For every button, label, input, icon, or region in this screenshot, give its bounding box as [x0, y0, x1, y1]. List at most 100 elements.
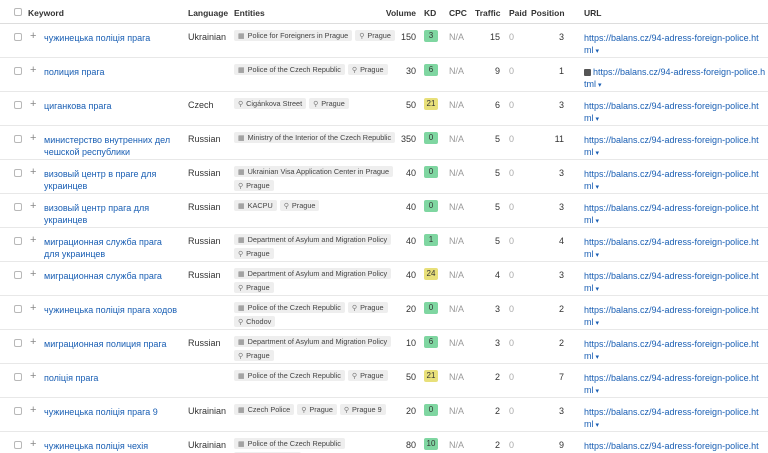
entity-tag[interactable]: ▦ Police for Foreigners in Prague — [234, 30, 353, 41]
checkbox-box[interactable] — [14, 237, 22, 245]
entity-tag[interactable]: ⚲ Prague — [309, 98, 349, 109]
url-link[interactable]: https://balans.cz/94-adress-foreign-poli… — [584, 338, 766, 364]
dropdown-arrow-icon[interactable]: ▾ — [594, 150, 599, 157]
url-link[interactable]: https://balans.cz/94-adress-foreign-poli… — [584, 270, 766, 296]
entity-tag[interactable]: ⚲ Prague — [297, 404, 337, 415]
checkbox-box[interactable] — [14, 441, 22, 449]
dropdown-arrow-icon[interactable]: ▾ — [594, 116, 599, 123]
entity-tag[interactable]: ▦ Police of the Czech Republic — [234, 438, 345, 449]
keyword-link[interactable]: министерство внутренних дел чешской респ… — [44, 134, 179, 158]
url-link[interactable]: https://balans.cz/94-adress-foreign-poli… — [584, 372, 766, 398]
header-traffic[interactable]: Traffic — [475, 8, 501, 18]
checkbox-box[interactable] — [14, 101, 22, 109]
url-text[interactable]: https://balans.cz/94-adress-foreign-poli… — [584, 33, 759, 55]
checkbox-box[interactable] — [14, 203, 22, 211]
add-to-list-icon[interactable]: + — [30, 133, 40, 144]
add-to-list-icon[interactable]: + — [30, 371, 40, 382]
url-link[interactable]: https://balans.cz/94-adress-foreign-poli… — [584, 304, 766, 330]
url-link[interactable]: https://balans.cz/94-adress-foreign-poli… — [584, 100, 766, 126]
dropdown-arrow-icon[interactable]: ▾ — [594, 252, 599, 259]
entity-tag[interactable]: ▦ Police of the Czech Republic — [234, 370, 345, 381]
dropdown-arrow-icon[interactable]: ▾ — [594, 184, 599, 191]
entity-tag[interactable]: ▦ Department of Asylum and Migration Poli… — [234, 268, 392, 279]
entity-tag[interactable]: ▦ Police of the Czech Republic — [234, 302, 345, 313]
add-to-list-icon[interactable]: + — [30, 303, 40, 314]
entity-tag[interactable]: ⚲ Prague — [234, 180, 274, 191]
url-text[interactable]: https://balans.cz/94-adress-foreign-poli… — [584, 339, 759, 361]
url-text[interactable]: https://balans.cz/94-adress-foreign-poli… — [584, 373, 759, 395]
keyword-link[interactable]: полиция прага — [44, 66, 179, 78]
dropdown-arrow-icon[interactable]: ▾ — [594, 320, 599, 327]
select-all-checkbox[interactable] — [14, 8, 24, 18]
row-checkbox[interactable] — [14, 237, 24, 247]
add-to-list-icon[interactable]: + — [30, 99, 40, 110]
url-text[interactable]: https://balans.cz/94-adress-foreign-poli… — [584, 237, 759, 259]
entity-tag[interactable]: ⚲ Prague — [234, 282, 274, 293]
checkbox-box[interactable] — [14, 135, 22, 143]
entity-tag[interactable]: ⚲ Prague — [279, 200, 320, 211]
row-checkbox[interactable] — [14, 441, 24, 451]
entity-tag[interactable]: ⚲ Chodov — [234, 316, 276, 327]
header-cpc[interactable]: CPC — [449, 8, 471, 18]
dropdown-arrow-icon[interactable]: ▾ — [594, 422, 599, 429]
dropdown-arrow-icon[interactable]: ▾ — [594, 286, 599, 293]
entity-tag[interactable]: ▦ KACPU — [234, 200, 277, 211]
checkbox-box[interactable] — [14, 339, 22, 347]
dropdown-arrow-icon[interactable]: ▾ — [594, 388, 599, 395]
row-checkbox[interactable] — [14, 339, 24, 349]
checkbox-box[interactable] — [14, 407, 22, 415]
url-text[interactable]: https://balans.cz/94-adress-foreign-poli… — [584, 203, 759, 225]
row-checkbox[interactable] — [14, 203, 24, 213]
add-to-list-icon[interactable]: + — [30, 337, 40, 348]
add-to-list-icon[interactable]: + — [30, 201, 40, 212]
entity-tag[interactable]: ▦ Department of Asylum and Migration Poli… — [234, 234, 392, 245]
dropdown-arrow-icon[interactable]: ▾ — [596, 82, 602, 89]
header-language[interactable]: Language — [188, 8, 233, 18]
checkbox-box[interactable] — [14, 169, 22, 177]
entity-tag[interactable]: ▦ Department of Asylum and Migration Poli… — [234, 336, 392, 347]
url-link[interactable]: https://balans.cz/94-adress-foreign-poli… — [584, 202, 766, 228]
row-checkbox[interactable] — [14, 169, 24, 179]
url-link[interactable]: https://balans.cz/94-adress-foreign-poli… — [584, 32, 766, 58]
url-text[interactable]: https://balans.cz/94-adress-foreign-poli… — [584, 101, 759, 123]
checkbox-box[interactable] — [14, 271, 22, 279]
keyword-link[interactable]: поліція прага — [44, 372, 179, 384]
add-to-list-icon[interactable]: + — [30, 269, 40, 280]
checkbox-box[interactable] — [14, 305, 22, 313]
add-to-list-icon[interactable]: + — [30, 405, 40, 416]
row-checkbox[interactable] — [14, 271, 24, 281]
url-text[interactable]: https://balans.cz/94-adress-foreign-poli… — [584, 305, 759, 327]
url-link[interactable]: https://balans.cz/94-adress-foreign-poli… — [584, 440, 766, 453]
keyword-link[interactable]: визовый центр в праге для украинцев — [44, 168, 179, 192]
add-to-list-icon[interactable]: + — [30, 439, 40, 450]
add-to-list-icon[interactable]: + — [30, 31, 40, 42]
header-keyword[interactable]: Keyword — [28, 8, 64, 18]
add-to-list-icon[interactable]: + — [30, 65, 40, 76]
entity-tag[interactable]: ⚲ Prague — [234, 350, 274, 361]
keyword-link[interactable]: миграционная служба прага — [44, 270, 179, 282]
dropdown-arrow-icon[interactable]: ▾ — [594, 218, 599, 225]
row-checkbox[interactable] — [14, 305, 24, 315]
keyword-link[interactable]: чужинецька поліція прага ходов — [44, 304, 179, 316]
url-text[interactable]: https://balans.cz/94-adress-foreign-poli… — [584, 67, 765, 89]
url-link[interactable]: https://balans.cz/94-adress-foreign-poli… — [584, 236, 766, 262]
entity-tag[interactable]: ⚲ Prague — [234, 248, 274, 259]
keyword-link[interactable]: циганкова прага — [44, 100, 179, 112]
dropdown-arrow-icon[interactable]: ▾ — [594, 354, 599, 361]
row-checkbox[interactable] — [14, 67, 24, 77]
url-link[interactable]: https://balans.cz/94-adress-foreign-poli… — [584, 66, 766, 92]
keyword-link[interactable]: чужинецька поліція прага 9 — [44, 406, 179, 418]
url-text[interactable]: https://balans.cz/94-adress-foreign-poli… — [584, 271, 759, 293]
header-url[interactable]: URL — [584, 8, 766, 18]
row-checkbox[interactable] — [14, 101, 24, 111]
keyword-link[interactable]: миграционная служба прага для украинцев — [44, 236, 179, 260]
url-text[interactable]: https://balans.cz/94-adress-foreign-poli… — [584, 407, 759, 429]
row-checkbox[interactable] — [14, 373, 24, 383]
keyword-link[interactable]: визовый центр прага для украинцев — [44, 202, 179, 226]
entity-tag[interactable]: ▦ Police of the Czech Republic — [234, 64, 345, 75]
keyword-link[interactable]: чужинецька поліція прага — [44, 32, 179, 44]
url-link[interactable]: https://balans.cz/94-adress-foreign-poli… — [584, 134, 766, 160]
checkbox-box[interactable] — [14, 67, 22, 75]
url-text[interactable]: https://balans.cz/94-adress-foreign-poli… — [584, 441, 759, 453]
entity-tag[interactable]: ▦ Czech Police — [234, 404, 295, 415]
